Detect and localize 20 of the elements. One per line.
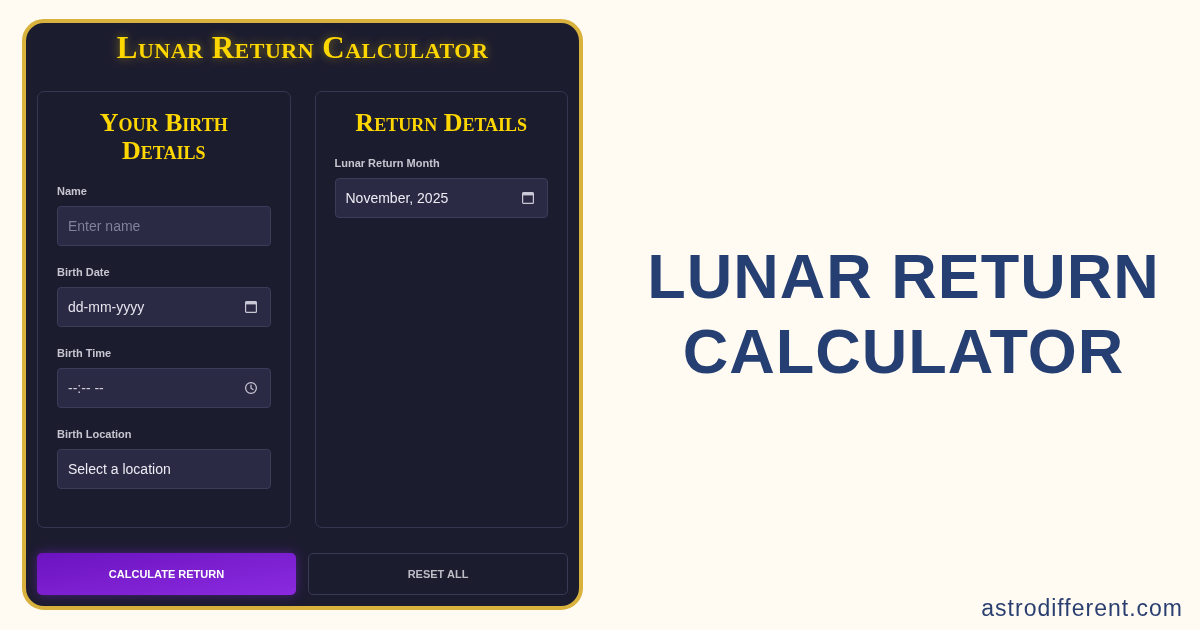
calculate-button[interactable]: CALCULATE RETURN (37, 553, 296, 595)
field-label: Birth Time (57, 346, 112, 360)
headline: LUNAR RETURN CALCULATOR (646, 240, 1161, 388)
field-label: Name (57, 184, 87, 198)
field-label: Lunar Return Month (334, 156, 440, 170)
time-input[interactable]: --:-- -- (57, 368, 271, 408)
reset-button[interactable]: RESET ALL (308, 553, 568, 595)
select-field[interactable]: Select a location (57, 449, 271, 489)
calculator-title: Lunar Return Calculator (116, 32, 489, 64)
text-input[interactable]: Enter name (57, 206, 271, 246)
field-label: Birth Date (57, 265, 110, 279)
calendar-icon (522, 192, 534, 204)
panel-title: Return Details (355, 109, 528, 137)
panel-title: Your Birth Details (98, 109, 229, 165)
month-input[interactable]: November, 2025 (334, 178, 548, 218)
date-input[interactable]: dd-mm-yyyy (57, 287, 271, 327)
calendar-icon (244, 301, 257, 313)
site-url: astrodifferent.com (981, 594, 1183, 622)
clock-icon (244, 382, 257, 394)
field-label: Birth Location (57, 427, 132, 441)
